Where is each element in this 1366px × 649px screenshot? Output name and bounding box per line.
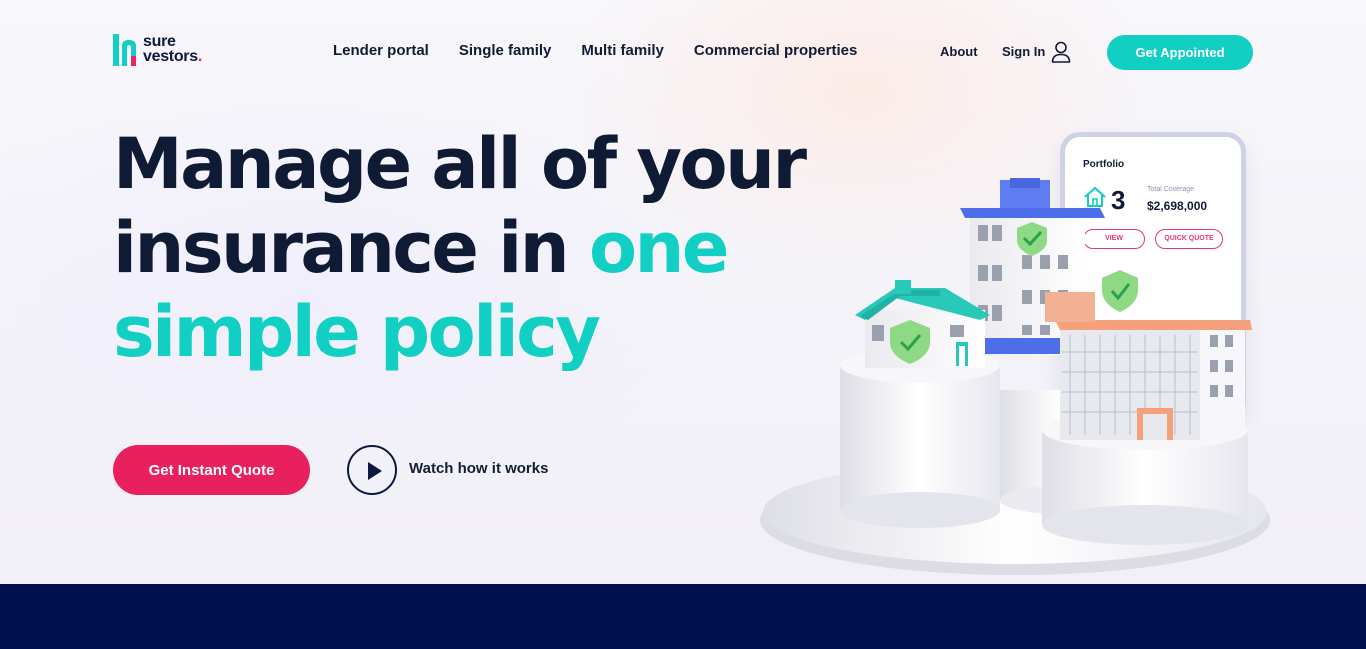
- hero-headline: Manage all of your insurance in one simp…: [113, 122, 807, 374]
- play-video-button[interactable]: [347, 445, 397, 495]
- buildings-scene: [760, 178, 1270, 575]
- nav-lender-portal[interactable]: Lender portal: [333, 42, 429, 59]
- logo-line-2: vestors.: [143, 48, 202, 65]
- footer-band: [0, 584, 1366, 649]
- get-appointed-button[interactable]: Get Appointed: [1107, 35, 1253, 70]
- logo-text: sure vestors.: [143, 33, 202, 65]
- hero-section: sure vestors. Lender portal Single famil…: [0, 0, 1366, 584]
- nav-commercial-properties[interactable]: Commercial properties: [694, 42, 857, 59]
- user-icon[interactable]: [1051, 41, 1071, 63]
- sign-in-link[interactable]: Sign In: [1002, 44, 1045, 59]
- logo-line-1: sure: [143, 33, 176, 50]
- nav-single-family[interactable]: Single family: [459, 42, 552, 59]
- headline-line-3: simple policy: [113, 291, 601, 373]
- get-instant-quote-button[interactable]: Get Instant Quote: [113, 445, 310, 495]
- hero-illustration: Portfolio 3 Total Coverage $2,698,000 VI…: [760, 120, 1290, 584]
- play-icon: [368, 462, 382, 480]
- about-link[interactable]: About: [940, 44, 978, 59]
- watch-how-it-works-link[interactable]: Watch how it works: [409, 460, 548, 477]
- main-nav: Lender portal Single family Multi family…: [333, 42, 857, 59]
- logo-mark-icon: [113, 34, 136, 66]
- nav-multi-family[interactable]: Multi family: [581, 42, 664, 59]
- headline-line-1: Manage all of your: [113, 123, 807, 205]
- brand-logo[interactable]: sure vestors.: [113, 34, 223, 70]
- headline-line-2: insurance in one: [113, 207, 729, 289]
